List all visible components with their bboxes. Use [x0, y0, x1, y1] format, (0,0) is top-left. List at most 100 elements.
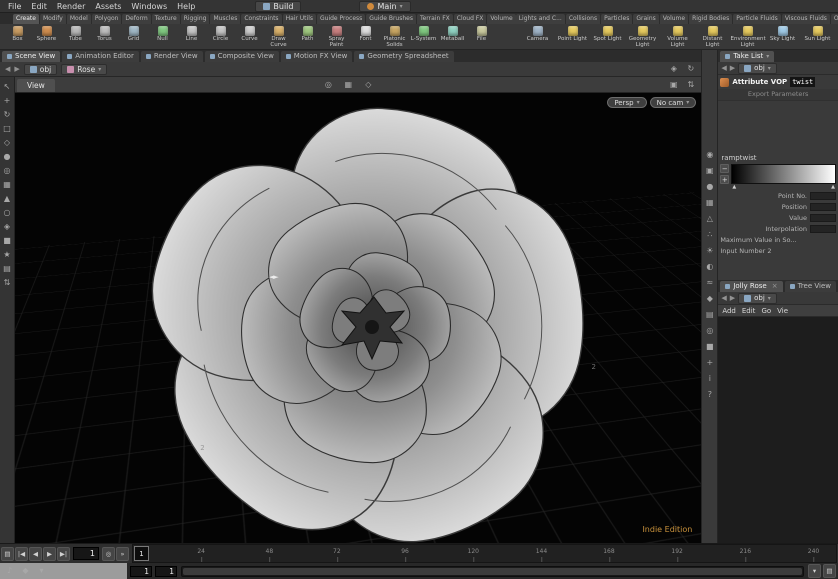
- paint-tool-icon[interactable]: ★: [2, 250, 13, 260]
- shelf-tab[interactable]: Texture: [152, 14, 180, 24]
- info-display-icon[interactable]: i: [704, 374, 715, 384]
- jump-start-button[interactable]: |◀: [15, 547, 28, 561]
- next-frame-button[interactable]: ▶|: [57, 547, 70, 561]
- shelf-tab[interactable]: Deform: [122, 14, 150, 24]
- shelf-tab[interactable]: Guide Process: [317, 14, 365, 24]
- shelf-tool[interactable]: Tube: [61, 24, 90, 49]
- shelf-tab[interactable]: Oceans...: [831, 14, 838, 24]
- split-view-icon-icon[interactable]: ⇅: [685, 80, 696, 90]
- shelf-tool[interactable]: Sun Light: [800, 24, 835, 49]
- shelf-tool[interactable]: Sky Light: [765, 24, 800, 49]
- pane-tab[interactable]: Motion FX View: [281, 51, 353, 62]
- snap-tool-icon[interactable]: ◎: [2, 166, 13, 176]
- shelf-tool[interactable]: Point Light: [555, 24, 590, 49]
- lower-pane-tab[interactable]: Tree View: [785, 281, 836, 292]
- view-tool-icon[interactable]: ○: [2, 208, 13, 218]
- scale-tool-icon[interactable]: □: [2, 124, 13, 134]
- node-name-field[interactable]: twist: [790, 77, 815, 87]
- lights-display-icon[interactable]: ☀: [704, 246, 715, 256]
- pane-tab[interactable]: Composite View: [205, 51, 279, 62]
- shelf-tool[interactable]: Camera: [520, 24, 555, 49]
- step-size-button[interactable]: »: [116, 547, 129, 561]
- shelf-tool[interactable]: Spot Light: [590, 24, 625, 49]
- play-button[interactable]: ▶: [43, 547, 56, 561]
- shelf-tab[interactable]: Particle Fluids: [733, 14, 781, 24]
- playbar-options-icon-icon[interactable]: ▾: [36, 566, 47, 576]
- network-canvas[interactable]: [718, 317, 838, 543]
- menu-item-render[interactable]: Render: [52, 2, 90, 11]
- handles-display-icon[interactable]: +: [704, 358, 715, 368]
- view-tab[interactable]: View: [17, 79, 55, 92]
- shelf-tab[interactable]: Guide Brushes: [366, 14, 416, 24]
- rpl-path-chip[interactable]: obj ▾: [738, 293, 777, 304]
- current-frame-field[interactable]: 1: [73, 547, 99, 560]
- shelf-tab[interactable]: Cloud FX: [454, 14, 487, 24]
- audio-icon-icon[interactable]: ♪: [4, 566, 15, 576]
- menu-item-help[interactable]: Help: [172, 2, 200, 11]
- layout-icon-icon[interactable]: ▣: [668, 80, 679, 90]
- normals-display-icon[interactable]: △: [704, 214, 715, 224]
- range-slider-handle[interactable]: [183, 568, 802, 575]
- snap-display-icon[interactable]: ◎: [704, 326, 715, 336]
- help-display-icon[interactable]: ?: [704, 390, 715, 400]
- shelf-tool[interactable]: Platonic Solids: [380, 24, 409, 49]
- material-display-icon[interactable]: ◆: [704, 294, 715, 304]
- shelf-tab[interactable]: Terrain FX: [417, 14, 453, 24]
- network-menu-add[interactable]: Add: [722, 307, 736, 315]
- param-field[interactable]: [810, 192, 836, 200]
- shelf-tab[interactable]: Particles: [601, 14, 632, 24]
- param-field[interactable]: [810, 203, 836, 211]
- shelf-tab[interactable]: Viscous Fluids: [782, 14, 830, 24]
- reference-plane-icon-icon[interactable]: ◇: [363, 80, 374, 90]
- network-menu-vie[interactable]: Vie: [777, 307, 788, 315]
- pin-display-icon[interactable]: ◉: [704, 150, 715, 160]
- shelf-tool[interactable]: Volume Light: [660, 24, 695, 49]
- shelf-tool[interactable]: Line: [177, 24, 206, 49]
- shelf-tool[interactable]: Draw Curve: [264, 24, 293, 49]
- brush-tool-icon[interactable]: ■: [2, 236, 13, 246]
- shelf-tab[interactable]: Polygon: [92, 14, 122, 24]
- camera-selector[interactable]: No cam ▾: [650, 97, 697, 108]
- range-options-button[interactable]: ▾: [808, 564, 821, 578]
- camera-display-icon[interactable]: ■: [704, 342, 715, 352]
- pose-tool-icon[interactable]: ●: [2, 152, 13, 162]
- shelf-tool[interactable]: Sphere: [32, 24, 61, 49]
- prev-frame-button[interactable]: ◀: [29, 547, 42, 561]
- keyframe-tool-icon[interactable]: ▲: [2, 194, 13, 204]
- pane-tab[interactable]: Render View: [141, 51, 203, 62]
- shelf-tool[interactable]: Box: [3, 24, 32, 49]
- shelf-tool[interactable]: L-System: [409, 24, 438, 49]
- grid-display-icon[interactable]: ▤: [704, 310, 715, 320]
- lock-display-icon[interactable]: ▣: [704, 166, 715, 176]
- timeline-ruler[interactable]: 1 24487296120144168192216240: [132, 544, 837, 563]
- range-start-field[interactable]: 1: [130, 566, 152, 577]
- shelf-tab[interactable]: Grains: [633, 14, 658, 24]
- shelf-tool[interactable]: Null: [148, 24, 177, 49]
- snap-mode-icon-icon[interactable]: ◎: [323, 80, 334, 90]
- pin-icon-icon[interactable]: ◈: [668, 64, 679, 74]
- close-icon[interactable]: ×: [772, 282, 778, 291]
- path-chip-rose[interactable]: Rose ▾: [61, 64, 107, 75]
- path-chip-obj[interactable]: obj: [24, 64, 57, 75]
- range-menu-button[interactable]: ▤: [823, 564, 836, 578]
- pane-tab[interactable]: Scene View: [2, 51, 60, 62]
- handles-tool-icon[interactable]: ◇: [2, 138, 13, 148]
- lower-pane-tab[interactable]: Jolly Rose×: [720, 281, 782, 292]
- shelf-tool[interactable]: Distant Light: [695, 24, 730, 49]
- playback-mode-button[interactable]: ◎: [102, 547, 115, 561]
- menu-item-windows[interactable]: Windows: [126, 2, 172, 11]
- shelf-tab[interactable]: Muscles: [210, 14, 240, 24]
- shelf-tab[interactable]: Model: [67, 14, 91, 24]
- shelf-tool[interactable]: Circle: [206, 24, 235, 49]
- shelf-tab[interactable]: Volume: [660, 14, 688, 24]
- points-display-icon[interactable]: ∴: [704, 230, 715, 240]
- shelf-tab[interactable]: Collisions: [566, 14, 600, 24]
- back-icon[interactable]: ◀: [721, 64, 726, 72]
- menu-item-file[interactable]: File: [3, 2, 26, 11]
- menu-item-assets[interactable]: Assets: [90, 2, 126, 11]
- shelf-tool[interactable]: Curve: [235, 24, 264, 49]
- shelf-tab[interactable]: Constraints: [241, 14, 281, 24]
- main-selector[interactable]: Main ▾: [359, 1, 410, 12]
- back-icon[interactable]: ◀: [5, 65, 10, 73]
- param-field[interactable]: [810, 225, 836, 233]
